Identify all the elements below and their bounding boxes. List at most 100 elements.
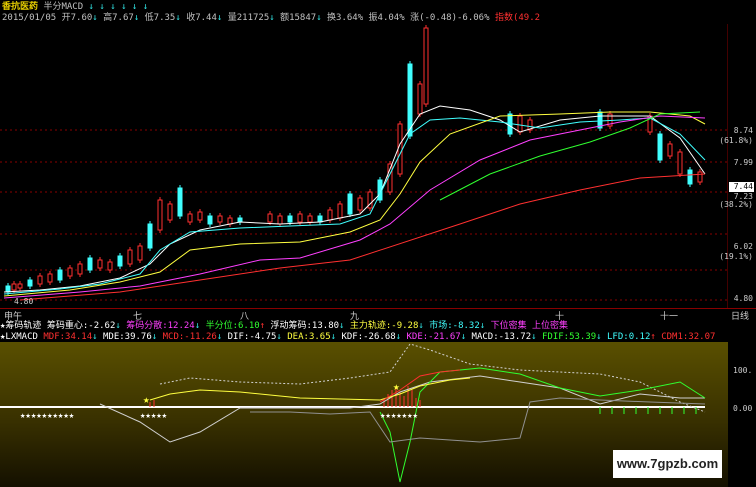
down-arrow-icon: ↓ (131, 2, 138, 12)
indicator-value: MDF:34.14 (43, 332, 93, 342)
header-ma-line: 香抗医药 半分MACD ↓ ↓ ↓ ↓ ↓ ↓ (2, 2, 148, 13)
candle-body (87, 257, 93, 271)
current-price-tag: 7.44 (729, 182, 754, 192)
candle-body (107, 261, 113, 271)
candle-body (127, 249, 133, 265)
candle-body (337, 203, 343, 219)
buy-signal-stars: ★★★★★ (140, 411, 168, 421)
candle-body (423, 27, 429, 105)
candle-body (177, 187, 183, 217)
indicator-value: MACD:-13.72 (471, 332, 532, 342)
star-icon: ★ (143, 393, 150, 406)
price-label: (38.2%) (719, 200, 753, 209)
macd-indicator-line: ★LXMACD MDF:34.14↓ MDE:39.76↓ MCD:-11.26… (0, 332, 756, 352)
candle-body (517, 115, 523, 133)
down-arrow-icon: ↓ (110, 2, 116, 12)
indicator-value: 筹码重心:-2.62 (46, 321, 116, 331)
down-arrow-icon: ↓ (216, 332, 223, 342)
indicator-value: DIF:-4.75 (227, 332, 277, 342)
indicator-value: 浮动筹码:13.80 (270, 321, 340, 331)
candle-body (167, 203, 173, 221)
star-icon: ★ (393, 380, 400, 393)
candle-body (11, 283, 17, 291)
down-arrow-icon: ↓ (121, 2, 127, 12)
indicator-value: FDIF:53.39 (541, 332, 597, 342)
candle-body (157, 199, 163, 231)
candle-body (207, 215, 213, 225)
price-axis: 8.74 (61.8%) 7.99 7.44 7.23 (38.2%) 6.02… (719, 0, 756, 487)
down-arrow-icon: ↓ (276, 332, 282, 342)
candle-body (27, 279, 33, 287)
price-label: 7.99 (733, 158, 753, 167)
candle-body (227, 217, 233, 225)
down-arrow-icon: ↓ (418, 321, 424, 331)
quote-close: 收7.44 (186, 13, 217, 23)
candles (5, 25, 703, 295)
candle-body (667, 143, 673, 157)
stock-name[interactable]: 香抗医药 (2, 2, 38, 12)
price-label: (19.1%) (719, 252, 753, 261)
candle-body (397, 123, 403, 175)
price-label: 4.80 (733, 294, 753, 303)
indicator-value: KDF:-26.68 (341, 332, 396, 342)
indicator-value: 筹码轨迹 (5, 321, 42, 331)
moving-average-lines (3, 105, 706, 301)
indicator-value: 上位密集 (532, 321, 569, 331)
candle-body (97, 259, 103, 269)
ma-line-magenta (3, 115, 706, 299)
candle-body (687, 169, 693, 185)
quote-low: 低7.35 (144, 13, 176, 23)
down-arrow-icon: ↓ (88, 2, 94, 12)
buy-signal-stars: ★★★★★★★★★★ (20, 411, 75, 421)
quote-open: 开7.60 (61, 13, 93, 23)
quote-change: 涨(-0.48)-6.06% (410, 13, 490, 23)
down-arrow-icon: ↓ (115, 321, 121, 331)
candle-body (347, 193, 353, 215)
candle-body (77, 263, 83, 275)
candle-body (677, 151, 683, 175)
index-label: 指数(49.2 (494, 13, 541, 23)
candle-body (187, 213, 193, 223)
candle-body (237, 217, 243, 223)
candle-body (417, 83, 423, 115)
down-arrow-icon: ↓ (479, 321, 486, 331)
candle-body (407, 63, 413, 137)
candle-body (287, 215, 293, 223)
candle-body (137, 245, 143, 261)
indicator-value: MCD:-11.26 (162, 332, 217, 342)
candle-body (297, 213, 303, 223)
indicator-value: 筹码分散:12.24 (126, 321, 195, 331)
candle-body (217, 215, 223, 223)
candle-body (657, 133, 663, 161)
candlestick-chart[interactable]: 4.80 (0, 24, 728, 308)
candle-body (277, 215, 283, 225)
indicator-value: LFD:0.12 (607, 332, 651, 342)
candle-body (327, 209, 333, 221)
candle-body (5, 285, 11, 293)
chip-indicator-values: 筹码轨迹 筹码重心:-2.62↓ 筹码分散:12.24↓ 半分位:6.10↑ 浮… (5, 321, 568, 331)
quote-turnover: 换3.64% (327, 13, 364, 23)
candle-body (307, 215, 313, 223)
candle-body (47, 273, 53, 283)
indicator-value: LXMACD (5, 332, 38, 342)
candle-body (317, 215, 323, 223)
candle-body (17, 283, 23, 289)
indicator-value: 主力轨迹:-9.28 (349, 321, 419, 331)
candle-body (357, 197, 363, 211)
indicator-value: 半分位:6.10 (205, 321, 260, 331)
candle-body (697, 171, 703, 183)
candle-body (37, 275, 43, 285)
down-arrow-icon: ↓ (395, 332, 402, 342)
quote-amplitude: 振4.04% (368, 13, 405, 23)
indicator-value: 市场:-8.32 (429, 321, 480, 331)
buy-signal-stars: ★★★★★★★ (380, 411, 419, 421)
candle-body (67, 267, 73, 277)
down-arrow-icon: ↓ (142, 2, 149, 12)
up-arrow-icon: ↑ (259, 321, 266, 331)
quote-high: 高7.67 (103, 13, 134, 23)
down-arrow-icon: ↓ (92, 332, 98, 342)
down-arrow-icon: ↓ (99, 2, 105, 12)
up-arrow-icon: ↑ (650, 332, 656, 342)
price-label: 8.74 (733, 126, 753, 135)
down-arrow-icon: ↓ (194, 321, 201, 331)
